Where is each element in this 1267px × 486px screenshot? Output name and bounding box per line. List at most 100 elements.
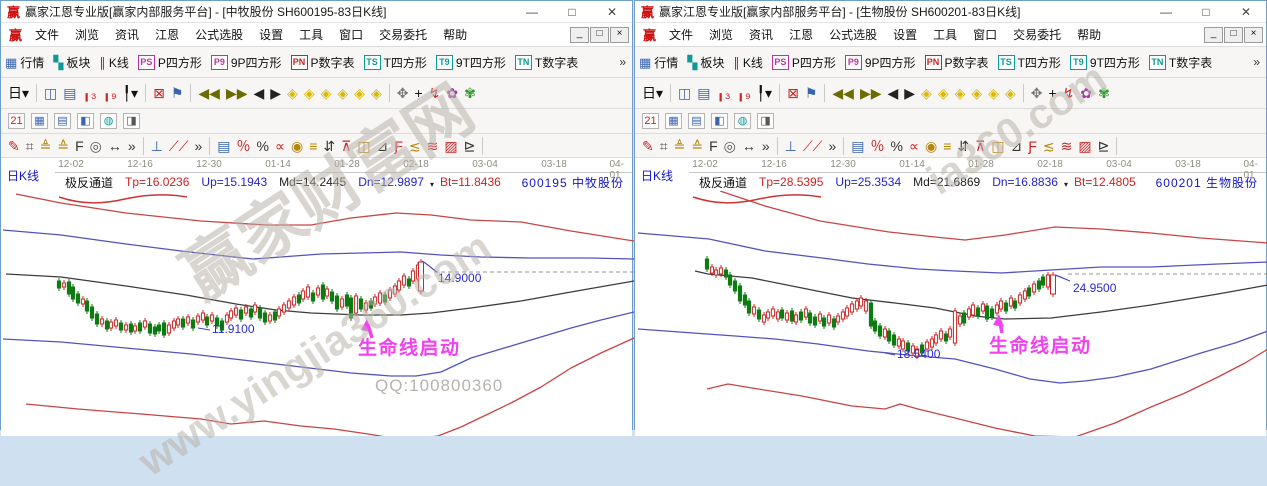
gann-ladder-2-icon[interactable]: ≙ (57, 139, 69, 153)
tool-p-number-table[interactable]: PNP数字表 (925, 54, 989, 71)
menu-item-1[interactable]: 浏览 (67, 28, 107, 42)
menu-item-7[interactable]: 窗口 (965, 28, 1005, 42)
golden-box-icon[interactable]: ◫ (991, 139, 1004, 153)
speed-line-icon[interactable]: ≋ (1061, 139, 1073, 153)
param-dropdown-icon[interactable]: ▾ (430, 180, 434, 189)
tool-kline[interactable]: ∥K线 (99, 54, 129, 71)
square-angle-icon[interactable]: ⊵ (464, 139, 476, 153)
menu-item-0[interactable]: 文件 (27, 28, 67, 42)
knot-tool-icon[interactable]: ✾ (1098, 86, 1110, 100)
title-bar[interactable]: 赢 赢家江恩专业版[赢家内部服务平台] - [生物股份 SH600201-83日… (635, 1, 1266, 23)
menu-item-9[interactable]: 帮助 (1069, 28, 1109, 42)
tool-sectors[interactable]: ▚板块 (687, 54, 724, 71)
menu-item-2[interactable]: 资讯 (741, 28, 781, 42)
period-day-dropdown-icon[interactable]: 日▾ (642, 86, 663, 100)
tool-quotes[interactable]: ▦行情 (639, 54, 678, 71)
menu-item-7[interactable]: 窗口 (331, 28, 371, 42)
zoom-left-icon[interactable]: ◈ (287, 86, 298, 100)
mdi-minimize-button[interactable]: _ (570, 27, 589, 43)
price-measure-icon[interactable]: ⇵ (323, 139, 335, 153)
mdi-minimize-button[interactable]: _ (1204, 27, 1223, 43)
golden-angle-icon[interactable]: ≲ (409, 139, 421, 153)
mdi-restore-button[interactable]: □ (590, 27, 609, 43)
golden-angle-icon[interactable]: ≲ (1043, 139, 1055, 153)
price-measure-icon[interactable]: ⇵ (957, 139, 969, 153)
fibonacci-icon[interactable]: F (75, 139, 84, 153)
ribbon-tool-icon[interactable]: ✿ (1080, 86, 1092, 100)
angle-j-icon[interactable]: ⊿ (377, 139, 389, 153)
more-tools-chevron[interactable]: » (619, 55, 628, 69)
bars-3-icon[interactable]: ╻₃ (717, 86, 731, 100)
tool-9p-square[interactable]: P99P四方形 (211, 54, 282, 71)
gann-ladder-1-icon[interactable]: ≜ (40, 139, 52, 153)
pattern-window-icon[interactable]: ◫ (44, 86, 57, 100)
candle-dropdown-icon[interactable]: ╿▾ (123, 86, 138, 100)
last-stock-icon[interactable]: ▶▶ (226, 86, 248, 100)
maximize-button[interactable]: □ (552, 5, 592, 19)
price-box-icon[interactable]: ▨ (1078, 139, 1091, 153)
more-draw-icon[interactable]: » (762, 139, 770, 153)
first-stock-icon[interactable]: ◀◀ (832, 86, 854, 100)
ray-fan-icon[interactable]: ⟋⟋ (169, 139, 189, 153)
measure-tool-icon[interactable]: ↯ (1063, 86, 1075, 100)
pillar-tool-icon[interactable]: ⊥ (785, 139, 797, 153)
menu-item-5[interactable]: 设置 (885, 28, 925, 42)
hand-tool-icon[interactable]: ✥ (1031, 86, 1043, 100)
menu-item-5[interactable]: 设置 (251, 28, 291, 42)
tool-p-square[interactable]: PSP四方形 (772, 54, 836, 71)
golden-circle-icon[interactable]: ◉ (925, 139, 937, 153)
minimize-button[interactable]: — (1146, 5, 1186, 19)
support-band-icon[interactable]: ⊼ (341, 139, 351, 153)
span-arrow-icon[interactable]: ↔ (742, 139, 756, 153)
gann-grid-icon[interactable]: ⊠ (787, 86, 799, 100)
percent-levels-icon[interactable]: ∝ (909, 139, 919, 153)
calendar-21-icon[interactable]: 21 (8, 113, 25, 129)
zoom-all-icon[interactable]: ◈ (988, 86, 999, 100)
grid-lines-icon[interactable]: ⌗ (26, 139, 34, 153)
tool-p-square[interactable]: PSP四方形 (138, 54, 202, 71)
tool-quotes[interactable]: ▦行情 (5, 54, 44, 71)
knot-tool-icon[interactable]: ✾ (464, 86, 476, 100)
percent-slope-icon[interactable]: ％ (871, 139, 885, 153)
golden-levels-icon[interactable]: ≡ (943, 139, 951, 153)
stats-table-icon[interactable]: ▤ (851, 139, 864, 153)
mdi-close-button[interactable]: × (610, 27, 629, 43)
gann-grid-icon[interactable]: ⊠ (153, 86, 165, 100)
tool-9t-square[interactable]: T99T四方形 (436, 54, 506, 71)
percent-line-icon[interactable]: % (257, 139, 269, 153)
menu-item-9[interactable]: 帮助 (435, 28, 475, 42)
angle-f-icon[interactable]: Ƒ (1028, 139, 1037, 153)
menu-item-3[interactable]: 江恩 (781, 28, 821, 42)
spiral-icon[interactable]: ◎ (724, 139, 736, 153)
speed-line-icon[interactable]: ≋ (427, 139, 439, 153)
menu-item-2[interactable]: 资讯 (107, 28, 147, 42)
menu-item-1[interactable]: 浏览 (701, 28, 741, 42)
golden-levels-icon[interactable]: ≡ (309, 139, 317, 153)
close-button[interactable]: ✕ (592, 5, 632, 19)
color-flag-icon[interactable]: ⚑ (805, 86, 818, 100)
tool-t-number-table[interactable]: TNT数字表 (515, 54, 578, 71)
zoom-shrink-icon[interactable]: ◈ (971, 86, 982, 100)
menu-item-6[interactable]: 工具 (925, 28, 965, 42)
param-dropdown-icon[interactable]: ▾ (1064, 180, 1068, 189)
web-link-icon[interactable]: ◍ (100, 113, 117, 129)
save-view-icon[interactable]: ◧ (77, 113, 94, 129)
zoom-expand-icon[interactable]: ◈ (321, 86, 332, 100)
ribbon-tool-icon[interactable]: ✿ (446, 86, 458, 100)
mdi-close-button[interactable]: × (1244, 27, 1263, 43)
tool-t-number-table[interactable]: TNT数字表 (1149, 54, 1212, 71)
calculator-icon[interactable]: ▦ (31, 113, 48, 129)
draw-brush-icon[interactable]: ✎ (8, 139, 20, 153)
stats-table-icon[interactable]: ▤ (217, 139, 230, 153)
percent-line-icon[interactable]: % (891, 139, 903, 153)
zoom-left-icon[interactable]: ◈ (921, 86, 932, 100)
zoom-fit-icon[interactable]: ◈ (1005, 86, 1016, 100)
percent-slope-icon[interactable]: ％ (237, 139, 251, 153)
bars-3-icon[interactable]: ╻₃ (83, 86, 97, 100)
save-view-icon[interactable]: ◧ (711, 113, 728, 129)
export-icon[interactable]: ◨ (757, 113, 774, 129)
more-fan-icon[interactable]: » (194, 139, 202, 153)
info-list-icon[interactable]: ▤ (697, 86, 710, 100)
zoom-fit-icon[interactable]: ◈ (371, 86, 382, 100)
menu-item-6[interactable]: 工具 (291, 28, 331, 42)
